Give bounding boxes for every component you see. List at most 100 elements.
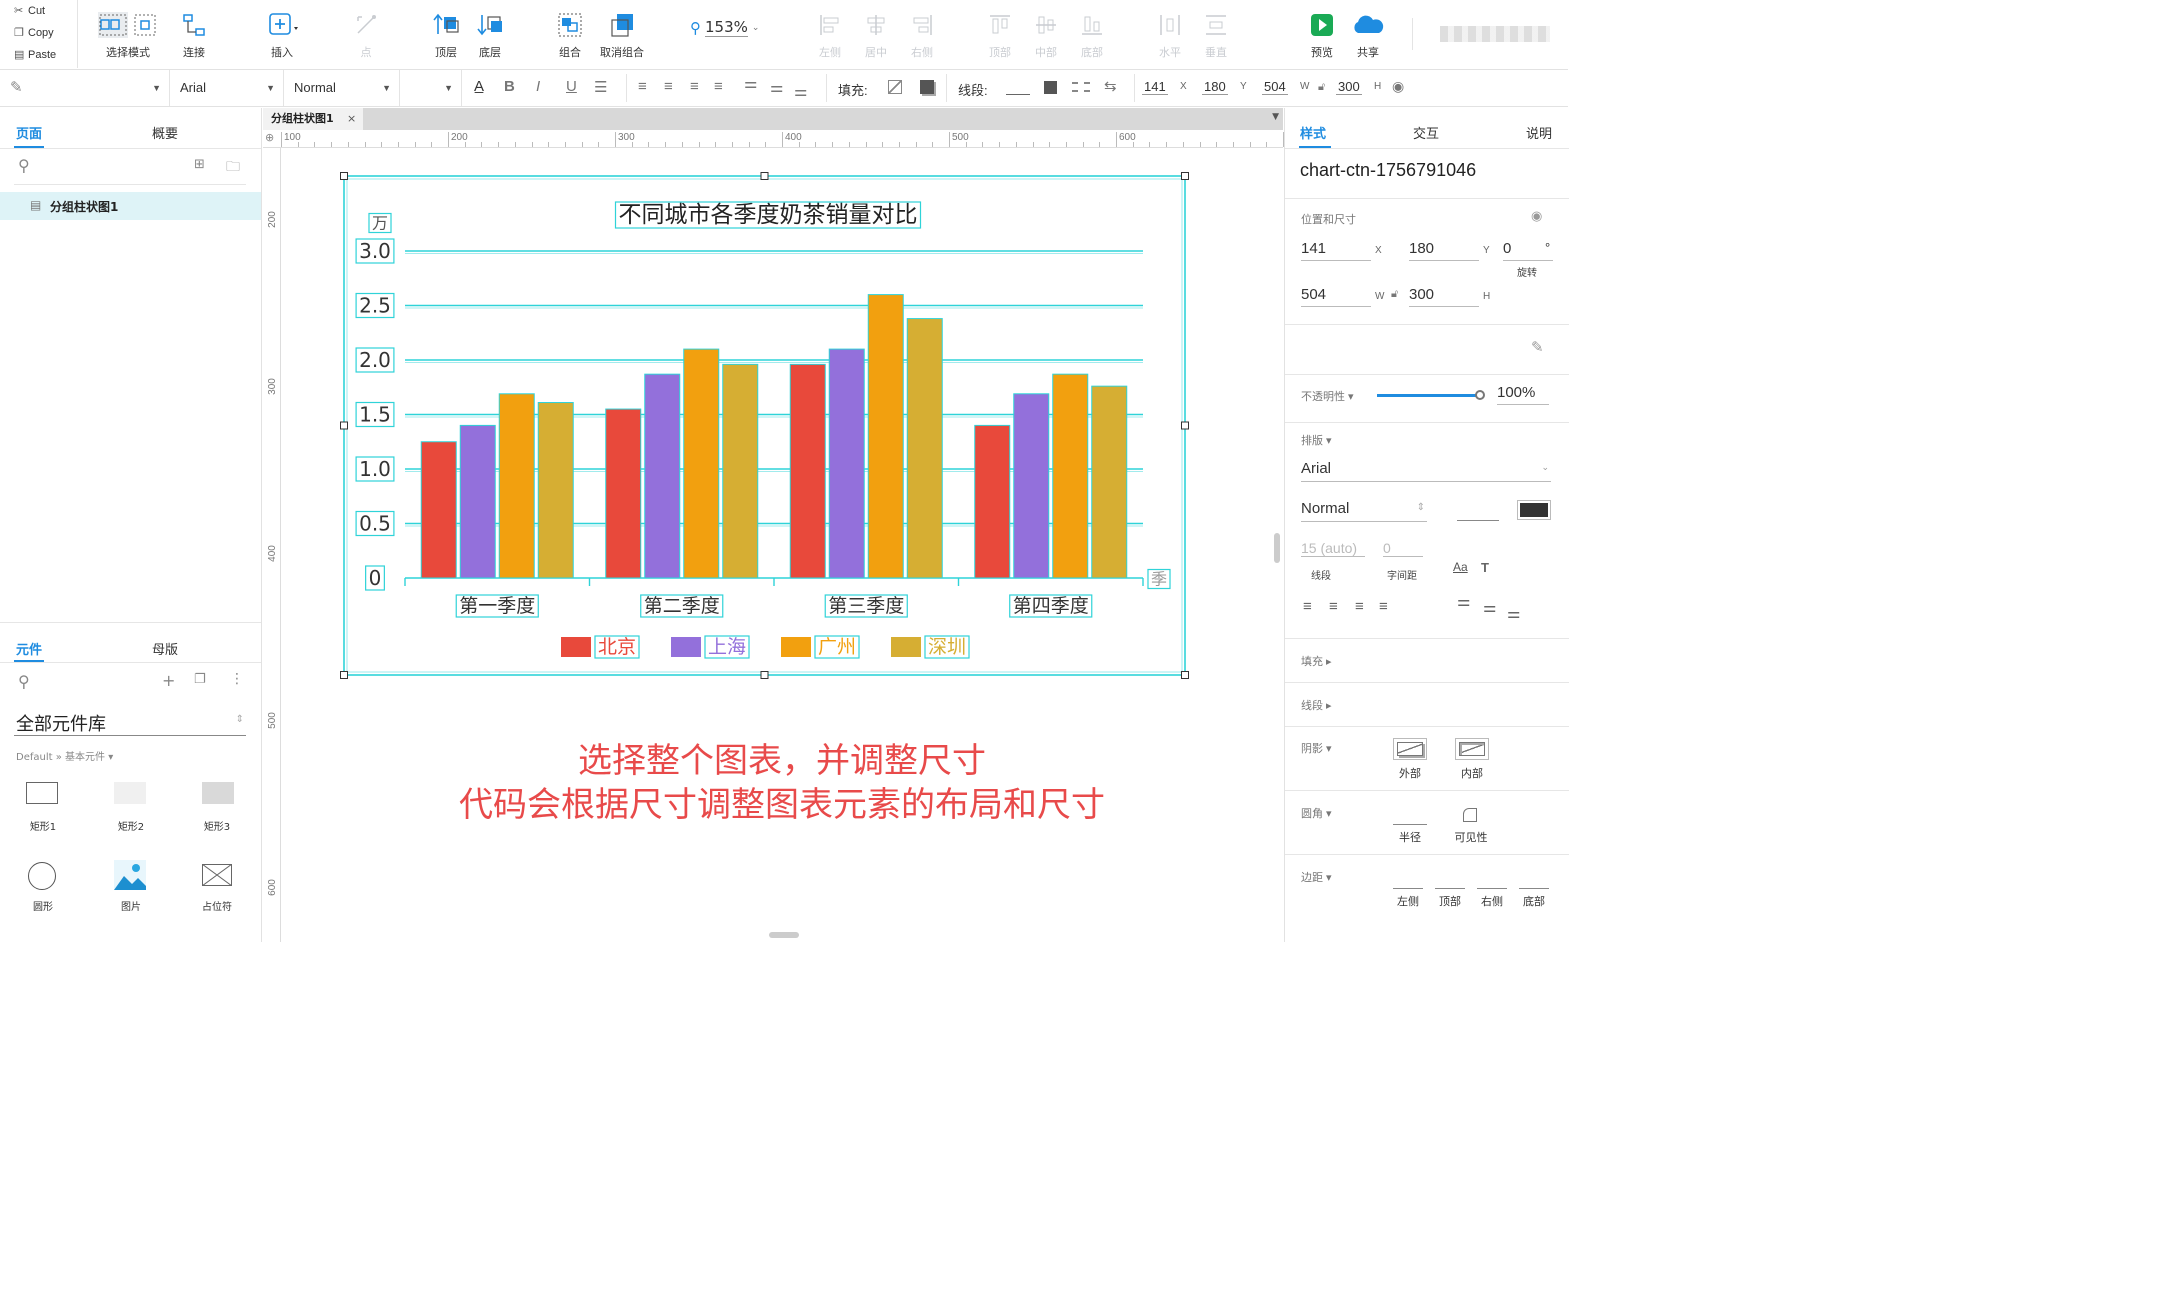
y-input[interactable]: 180: [1409, 240, 1479, 261]
rectangle-widget-icon[interactable]: [202, 782, 234, 804]
share-button[interactable]: 共享: [1348, 10, 1388, 60]
font-family-select[interactable]: Arial ⌄: [1301, 460, 1551, 482]
padding-right-input[interactable]: [1477, 888, 1507, 889]
opacity-label[interactable]: 不透明性 ▾: [1301, 388, 1354, 404]
chevron-down-icon[interactable]: ▼: [1272, 112, 1279, 122]
padding-top-input[interactable]: [1435, 888, 1465, 889]
element-name-field[interactable]: chart-ctn-1756791046: [1300, 160, 1476, 181]
stroke-width-swatch[interactable]: [1044, 81, 1057, 94]
font-size-input[interactable]: [1457, 520, 1499, 521]
align-middle-button[interactable]: 中部: [1028, 10, 1064, 60]
resize-handle[interactable]: [340, 421, 348, 430]
shadow-swatch[interactable]: [920, 80, 934, 94]
user-account-area[interactable]: [1440, 26, 1550, 42]
align-bottom-button[interactable]: 底部: [1074, 10, 1110, 60]
tab-widgets[interactable]: 元件: [16, 639, 42, 658]
bold-icon[interactable]: B: [504, 78, 515, 95]
resize-handle[interactable]: [1181, 421, 1189, 430]
paste-button[interactable]: ▤ Paste: [0, 44, 77, 66]
placeholder-widget-icon[interactable]: [201, 863, 233, 887]
align-center-button[interactable]: 居中: [858, 10, 894, 60]
valign-top-icon[interactable]: ⚌: [1457, 592, 1470, 610]
fill-section-toggle[interactable]: 填充 ▸: [1301, 653, 1332, 669]
design-canvas[interactable]: 0 0.5 1.0 1.5 2.0 2.5 3.0 第一季度 第二季度 第三季度 第四季度 不同城市各…: [281, 149, 1283, 942]
w-field[interactable]: 504: [1262, 79, 1288, 95]
corner-radius-input[interactable]: [1393, 824, 1427, 825]
eye-icon[interactable]: ◉: [1531, 208, 1542, 224]
valign-bottom-icon[interactable]: ⚌: [794, 82, 807, 100]
distribute-horizontal-button[interactable]: 水平: [1152, 10, 1188, 60]
bring-to-front-button[interactable]: 顶层: [424, 10, 468, 60]
tab-style[interactable]: 样式: [1300, 123, 1326, 142]
width-input[interactable]: 504: [1301, 286, 1371, 307]
underline-icon[interactable]: U: [566, 78, 577, 95]
rectangle-widget-icon[interactable]: [26, 782, 58, 804]
tab-interactions[interactable]: 交互: [1413, 123, 1439, 142]
valign-top-icon[interactable]: ⚌: [744, 74, 757, 92]
tab-pages[interactable]: 页面: [16, 123, 42, 142]
align-text-left-icon[interactable]: ≡: [1303, 598, 1312, 615]
typography-label[interactable]: 排版 ▾: [1301, 432, 1332, 448]
align-text-justify-icon[interactable]: ≡: [714, 78, 723, 95]
font-weight-select[interactable]: Normal ▼: [284, 70, 400, 106]
library-breadcrumb[interactable]: Default » 基本元件 ▾: [16, 748, 113, 763]
text-color-icon[interactable]: A̲: [474, 78, 484, 95]
library-icon[interactable]: ❐: [194, 672, 206, 687]
font-size-select[interactable]: ▼: [400, 70, 462, 106]
font-weight-select[interactable]: Normal ⇕: [1301, 500, 1427, 522]
stroke-color-swatch[interactable]: [1006, 94, 1030, 95]
height-input[interactable]: 300: [1409, 286, 1479, 307]
align-text-right-icon[interactable]: ≡: [690, 78, 699, 95]
preview-button[interactable]: 预览: [1304, 10, 1340, 60]
padding-left-input[interactable]: [1393, 888, 1423, 889]
corner-section-toggle[interactable]: 圆角 ▾: [1301, 805, 1332, 821]
document-tab[interactable]: 分组柱状图1 ×: [263, 108, 363, 130]
align-text-center-icon[interactable]: ≡: [664, 78, 673, 95]
align-right-button[interactable]: 右侧: [904, 10, 940, 60]
shadow-section-toggle[interactable]: 阴影 ▾: [1301, 740, 1332, 756]
lock-icon[interactable]: 🔓︎: [1391, 288, 1398, 301]
x-field[interactable]: 141: [1142, 79, 1168, 95]
resize-handle[interactable]: [760, 172, 769, 180]
copy-button[interactable]: ❐ Copy: [0, 22, 77, 44]
valign-middle-icon[interactable]: ⚌: [770, 78, 783, 96]
bullet-list-icon[interactable]: ☰: [594, 78, 607, 96]
letter-spacing-input[interactable]: 0: [1383, 540, 1423, 557]
align-text-justify-icon[interactable]: ≡: [1379, 598, 1388, 615]
resize-handle[interactable]: [760, 671, 769, 679]
close-icon[interactable]: ×: [347, 108, 356, 130]
group-button[interactable]: 组合: [548, 10, 592, 60]
text-style-icon[interactable]: T: [1481, 560, 1489, 575]
zoom-select[interactable]: ⚲ 153% ⌄: [690, 18, 759, 37]
fill-color-swatch[interactable]: [888, 80, 902, 94]
inner-shadow-button[interactable]: [1455, 738, 1489, 760]
align-text-left-icon[interactable]: ≡: [638, 78, 647, 95]
padding-bottom-input[interactable]: [1519, 888, 1549, 889]
h-field[interactable]: 300: [1336, 79, 1362, 95]
align-text-right-icon[interactable]: ≡: [1355, 598, 1364, 615]
font-family-select[interactable]: Arial ▼: [170, 70, 284, 106]
corner-visibility-icon[interactable]: [1463, 808, 1477, 822]
resize-handle[interactable]: [1181, 172, 1189, 180]
style-select[interactable]: ✎ ▼: [0, 70, 170, 106]
edit-style-icon[interactable]: ✎: [1531, 338, 1544, 356]
tab-masters[interactable]: 母版: [152, 639, 178, 658]
text-color-swatch[interactable]: [1517, 500, 1551, 520]
align-text-center-icon[interactable]: ≡: [1329, 598, 1338, 615]
align-left-button[interactable]: 左侧: [812, 10, 848, 60]
point-button[interactable]: 点: [346, 10, 386, 60]
add-library-icon[interactable]: +: [162, 671, 175, 690]
align-top-button[interactable]: 顶部: [982, 10, 1018, 60]
horizontal-scrollbar[interactable]: [769, 932, 799, 938]
rectangle-widget-icon[interactable]: [114, 782, 146, 804]
resize-handle[interactable]: [340, 172, 348, 180]
tab-outline[interactable]: 概要: [152, 123, 178, 142]
ungroup-button[interactable]: 取消组合: [594, 10, 650, 60]
distribute-vertical-button[interactable]: 垂直: [1198, 10, 1234, 60]
cut-button[interactable]: ✂ Cut: [0, 0, 77, 22]
padding-section-toggle[interactable]: 边距 ▾: [1301, 869, 1332, 885]
valign-middle-icon[interactable]: ⚌: [1483, 598, 1496, 616]
line-height-input[interactable]: 15 (auto): [1301, 540, 1365, 557]
text-case-icon[interactable]: Aa: [1453, 560, 1468, 574]
page-item[interactable]: ▤ 分组柱状图1: [0, 192, 261, 220]
